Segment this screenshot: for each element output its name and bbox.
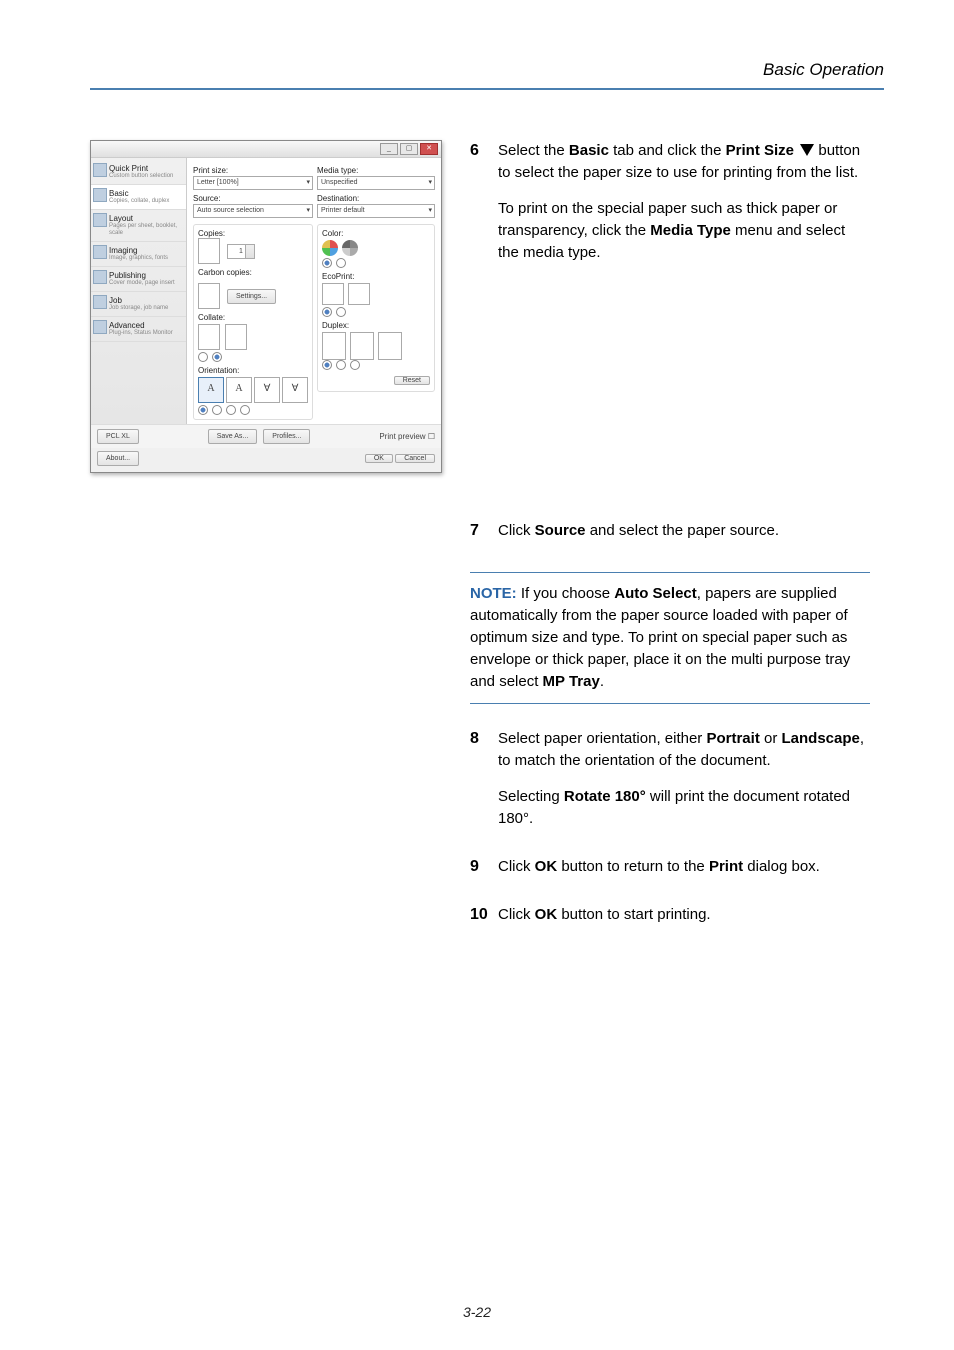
collate-off-icon[interactable] bbox=[198, 324, 220, 350]
source-label: Source: bbox=[193, 194, 313, 203]
collate-radio-off[interactable] bbox=[198, 352, 208, 362]
copies-label: Copies: bbox=[198, 229, 308, 238]
color-radio-color[interactable] bbox=[322, 258, 332, 268]
source-combo[interactable]: Auto source selection bbox=[193, 204, 313, 218]
eco-radio-off[interactable] bbox=[322, 307, 332, 317]
dropdown-triangle-icon bbox=[800, 144, 814, 156]
note-label: NOTE: bbox=[470, 585, 517, 602]
step-7-body: Click Source and select the paper source… bbox=[498, 520, 870, 556]
orientation-portrait[interactable]: A bbox=[198, 377, 224, 403]
duplex-radio-long[interactable] bbox=[336, 360, 346, 370]
step-8-body: Select paper orientation, either Portrai… bbox=[498, 728, 870, 844]
window-min-button[interactable]: _ bbox=[380, 143, 398, 155]
step-9-number: 9 bbox=[470, 856, 498, 892]
orient-radio-3[interactable] bbox=[226, 405, 236, 415]
about-button[interactable]: About... bbox=[97, 451, 139, 466]
basic-icon bbox=[93, 188, 107, 202]
step-6-body: Select the Basic tab and click the Print… bbox=[498, 140, 870, 278]
job-icon bbox=[93, 295, 107, 309]
print-preview-check[interactable]: Print preview ☐ bbox=[379, 432, 435, 441]
grayscale-icon[interactable] bbox=[342, 240, 358, 256]
dialog-title bbox=[94, 145, 96, 154]
step-6-number: 6 bbox=[470, 140, 498, 278]
carbon-icon bbox=[198, 283, 220, 309]
media-type-combo[interactable]: Unspecified bbox=[317, 176, 435, 190]
orientation-landscape-180[interactable]: ∀ bbox=[282, 377, 308, 403]
orient-radio-4[interactable] bbox=[240, 405, 250, 415]
sidebar-item-basic[interactable]: BasicCopies, collate, duplex bbox=[91, 185, 186, 210]
cancel-button[interactable]: Cancel bbox=[395, 454, 435, 463]
carbon-label: Carbon copies: bbox=[198, 268, 308, 277]
sidebar-item-job[interactable]: JobJob storage, job name bbox=[91, 292, 186, 317]
orient-radio-1[interactable] bbox=[198, 405, 208, 415]
sidebar-item-layout[interactable]: LayoutPages per sheet, booklet, scale bbox=[91, 210, 186, 242]
orient-radio-2[interactable] bbox=[212, 405, 222, 415]
print-size-combo[interactable]: Letter [100%] bbox=[193, 176, 313, 190]
duplex-radio-short[interactable] bbox=[350, 360, 360, 370]
publishing-icon bbox=[93, 270, 107, 284]
copies-spinner[interactable]: 1 bbox=[227, 244, 255, 259]
page-number: 3-22 bbox=[0, 1304, 954, 1320]
ok-button[interactable]: OK bbox=[365, 454, 393, 463]
copies-icon bbox=[198, 238, 220, 264]
destination-label: Destination: bbox=[317, 194, 435, 203]
quickprint-icon bbox=[93, 163, 107, 177]
collate-radio-on[interactable] bbox=[212, 352, 222, 362]
settings-button[interactable]: Settings... bbox=[227, 289, 276, 304]
duplex-long-icon[interactable] bbox=[350, 332, 374, 360]
orientation-landscape[interactable]: A bbox=[226, 377, 252, 403]
layout-icon bbox=[93, 213, 107, 227]
destination-combo[interactable]: Printer default bbox=[317, 204, 435, 218]
duplex-off-icon[interactable] bbox=[322, 332, 346, 360]
advanced-icon bbox=[93, 320, 107, 334]
eco-off-icon[interactable] bbox=[322, 283, 344, 305]
duplex-label: Duplex: bbox=[322, 321, 430, 330]
sidebar-item-publishing[interactable]: PublishingCover mode, page insert bbox=[91, 267, 186, 292]
color-label: Color: bbox=[322, 229, 430, 238]
eco-on-icon[interactable] bbox=[348, 283, 370, 305]
reset-button[interactable]: Reset bbox=[394, 376, 430, 385]
window-max-button[interactable]: ▢ bbox=[400, 143, 418, 155]
step-10-number: 10 bbox=[470, 904, 498, 940]
step-9-body: Click OK button to return to the Print d… bbox=[498, 856, 870, 892]
step-8-number: 8 bbox=[470, 728, 498, 844]
orientation-label: Orientation: bbox=[198, 366, 308, 375]
color-radio-gray[interactable] bbox=[336, 258, 346, 268]
header-title: Basic Operation bbox=[763, 60, 884, 80]
color-icon[interactable] bbox=[322, 240, 338, 256]
ecoprint-label: EcoPrint: bbox=[322, 272, 430, 281]
imaging-icon bbox=[93, 245, 107, 259]
collate-on-icon[interactable] bbox=[225, 324, 247, 350]
eco-radio-on[interactable] bbox=[336, 307, 346, 317]
print-size-label: Print size: bbox=[193, 166, 313, 175]
profiles-button[interactable]: Profiles... bbox=[263, 429, 310, 444]
dialog-screenshot: _ ▢ ✕ Quick PrintCustom button selection… bbox=[90, 140, 450, 473]
window-close-button[interactable]: ✕ bbox=[420, 143, 438, 155]
step-10-body: Click OK button to start printing. bbox=[498, 904, 870, 940]
collate-label: Collate: bbox=[198, 313, 308, 322]
sidebar-item-imaging[interactable]: ImagingImage, graphics, fonts bbox=[91, 242, 186, 267]
duplex-radio-off[interactable] bbox=[322, 360, 332, 370]
orientation-portrait-180[interactable]: ∀ bbox=[254, 377, 280, 403]
step-7-number: 7 bbox=[470, 520, 498, 556]
header-rule bbox=[90, 88, 884, 90]
saveas-button[interactable]: Save As... bbox=[208, 429, 258, 444]
note-box: NOTE: If you choose Auto Select, papers … bbox=[470, 572, 870, 704]
duplex-short-icon[interactable] bbox=[378, 332, 402, 360]
sidebar-item-advanced[interactable]: AdvancedPlug-ins, Status Monitor bbox=[91, 317, 186, 342]
pcl-button[interactable]: PCL XL bbox=[97, 429, 139, 444]
media-type-label: Media type: bbox=[317, 166, 435, 175]
sidebar-item-quickprint[interactable]: Quick PrintCustom button selection bbox=[91, 160, 186, 185]
